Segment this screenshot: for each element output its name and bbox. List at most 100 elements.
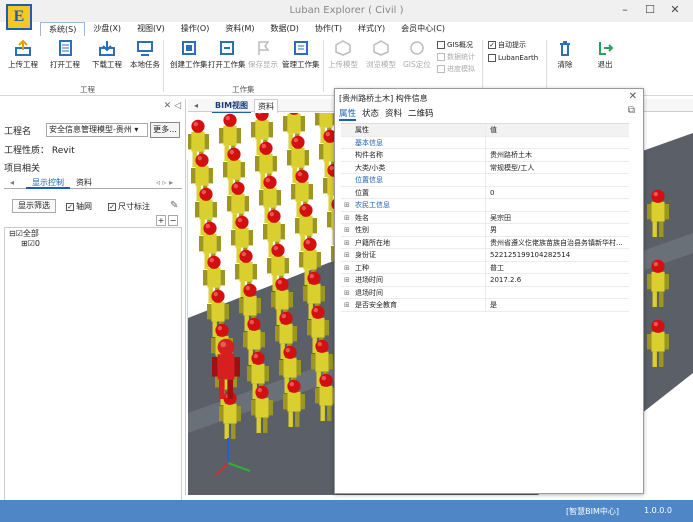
edit-icon[interactable]: ✎: [170, 200, 178, 211]
gis-overview-label: GIS概况: [447, 41, 473, 49]
browse-model-label: 浏览模型: [366, 60, 396, 69]
property-row[interactable]: ⊞ 性别男: [341, 224, 629, 237]
browse-model-button[interactable]: 浏览模型: [366, 40, 396, 70]
left-tabstrip: ◂ 显示控制 资料 ◃ ▹ ▸: [4, 177, 182, 189]
data-stats-button[interactable]: 数据统计: [437, 52, 475, 62]
project-name-label: 工程名: [4, 127, 32, 137]
property-row[interactable]: 位置 0: [341, 186, 629, 199]
luban-earth-checkbox[interactable]: LubanEarth: [488, 54, 538, 62]
save-display-label: 保存显示: [248, 60, 278, 69]
property-row[interactable]: ⊞ 是否安全教育是: [341, 299, 629, 312]
gis-overview-button[interactable]: GIS概况: [437, 40, 473, 50]
gis-locate-button[interactable]: GIS定位: [403, 40, 431, 70]
download-project-button[interactable]: 下载工程: [92, 40, 122, 70]
globe-icon: [410, 41, 424, 55]
property-key: 农民工信息: [341, 199, 486, 211]
menu-operate[interactable]: 操作(O): [173, 22, 218, 36]
upload-icon: [15, 40, 31, 56]
property-row[interactable]: ⊞ 户籍所在地 贵州省遵义仡佬族苗族自治县务镇新华村...: [341, 236, 629, 249]
upload-model-button[interactable]: 上传模型: [328, 40, 358, 70]
status-bar: [智慧BIM中心] 1.0.0.0: [0, 500, 693, 522]
minimize-icon[interactable]: –: [613, 3, 637, 19]
open-workset-label: 打开工作集: [208, 60, 246, 69]
property-row[interactable]: ⊞ 退场时间: [341, 286, 629, 299]
property-row[interactable]: ⊞ 身份证 522125199104282514: [341, 249, 629, 262]
property-value: 是: [490, 301, 497, 309]
tree-item-level[interactable]: ⊞☑0: [21, 239, 40, 248]
property-category[interactable]: 位置信息: [341, 174, 629, 187]
menu-sandbox[interactable]: 沙盘(X): [85, 22, 129, 36]
property-category[interactable]: ⊞ 农民工信息: [341, 199, 629, 212]
property-row[interactable]: ⊞ 姓名 吴宗田: [341, 211, 629, 224]
tab-properties[interactable]: 属性: [339, 107, 357, 121]
menu-material[interactable]: 资料(M): [217, 22, 262, 36]
manage-workset-button[interactable]: 管理工作集: [282, 40, 320, 70]
status-center: [智慧BIM中心]: [566, 507, 619, 516]
tab-documents[interactable]: 资料: [385, 107, 402, 121]
property-row[interactable]: 构件名称 贵州路桥土木: [341, 149, 629, 162]
upload-project-button[interactable]: 上传工程: [8, 40, 38, 70]
window-title: Luban Explorer ( Civil ): [289, 5, 404, 16]
tab-material[interactable]: 资料: [70, 177, 98, 189]
property-row[interactable]: ⊞ 进场时间 2017.2.6: [341, 274, 629, 287]
download-icon: [99, 41, 115, 56]
ribbon-divider: [546, 40, 547, 92]
ribbon-divider: [163, 40, 164, 92]
tab-status[interactable]: 状态: [362, 107, 379, 121]
open-project-button[interactable]: 打开工程: [50, 40, 80, 70]
expand-all-icon[interactable]: +: [156, 215, 166, 226]
app-logo[interactable]: E: [6, 4, 32, 30]
open-workset-button[interactable]: 打开工作集: [208, 40, 246, 70]
progress-sim-button[interactable]: 进度模拟: [437, 64, 475, 74]
auto-tip-checkbox[interactable]: ✓ 自动提示: [488, 40, 526, 50]
manage-workset-label: 管理工作集: [282, 60, 320, 69]
tab-bim-view[interactable]: BIM视图: [212, 99, 252, 114]
tab-qrcode[interactable]: 二维码: [408, 107, 434, 121]
display-filter-button[interactable]: 显示筛选: [12, 199, 56, 213]
menu-member[interactable]: 会员中心(C): [393, 22, 453, 36]
checkbox-checked-icon: ✓: [488, 41, 496, 49]
tab-scroll-icon[interactable]: ◂: [194, 99, 198, 112]
progress-icon: [437, 65, 445, 73]
property-key: 基本信息: [341, 136, 486, 148]
menu-view[interactable]: 视图(V): [129, 22, 173, 36]
local-task-button[interactable]: 本地任务: [130, 40, 160, 70]
property-row[interactable]: ⊞ 工种 普工: [341, 261, 629, 274]
property-category[interactable]: 基本信息: [341, 136, 629, 149]
menu-system[interactable]: 系统(S): [40, 22, 86, 36]
export-icon[interactable]: ⧉: [628, 105, 635, 116]
collapse-all-icon[interactable]: −: [168, 215, 178, 226]
menu-collab[interactable]: 协作(T): [307, 22, 350, 36]
property-key: 构件名称: [341, 149, 486, 161]
tree-item-all-label: 全部: [22, 229, 39, 238]
close-icon[interactable]: ✕: [629, 91, 637, 102]
tab-nav-icon[interactable]: ◃ ▹ ▸: [150, 177, 179, 189]
luban-earth-label: LubanEarth: [498, 54, 539, 62]
tab-display-control[interactable]: 显示控制: [26, 177, 70, 189]
clear-button[interactable]: 清除: [556, 40, 574, 70]
save-display-button[interactable]: 保存显示: [248, 40, 278, 70]
exit-button[interactable]: 退出: [596, 40, 614, 70]
axis-checkbox[interactable]: ✓ 轴网: [66, 201, 92, 212]
left-panel: ✕ ◁ 工程名 安全信息管理模型-贵州 ▾ 更多... 工程性质： Revit …: [0, 99, 186, 502]
property-value: 2017.2.6: [490, 276, 522, 284]
tab-viewport-material[interactable]: 资料: [254, 99, 278, 114]
tab-prev-icon[interactable]: ◂: [4, 177, 20, 189]
title-bar: Luban Explorer ( Civil ) – ☐ ✕: [0, 0, 693, 22]
close-icon[interactable]: ✕: [663, 3, 687, 19]
dimension-checkbox[interactable]: ✓ 尺寸标注: [108, 201, 150, 212]
property-row[interactable]: 大类/小类 常规模型/工人: [341, 161, 629, 174]
maximize-icon[interactable]: ☐: [638, 3, 662, 19]
component-info-dialog: [贵州路桥土木] 构件信息 ✕ ⧉ 属性 状态 资料 二维码 属性 值 基本信息…: [334, 88, 644, 494]
panel-close-icon[interactable]: ✕ ◁: [164, 101, 181, 111]
menu-data[interactable]: 数据(D): [262, 22, 306, 36]
tree-item-all[interactable]: ⊟☑全部: [9, 228, 39, 239]
create-workset-button[interactable]: 创建工作集: [170, 40, 208, 70]
ribbon-divider: [323, 40, 324, 92]
menu-style[interactable]: 样式(Y): [350, 22, 393, 36]
property-value: 贵州路桥土木: [490, 151, 532, 159]
ribbon: 上传工程 打开工程 下载工程 本地任务 工程 创建工作集 打开工作集 保存显示 …: [0, 36, 693, 96]
project-select[interactable]: 安全信息管理模型-贵州 ▾: [46, 123, 148, 137]
more-button[interactable]: 更多...: [150, 122, 180, 138]
property-value: 男: [490, 226, 497, 234]
